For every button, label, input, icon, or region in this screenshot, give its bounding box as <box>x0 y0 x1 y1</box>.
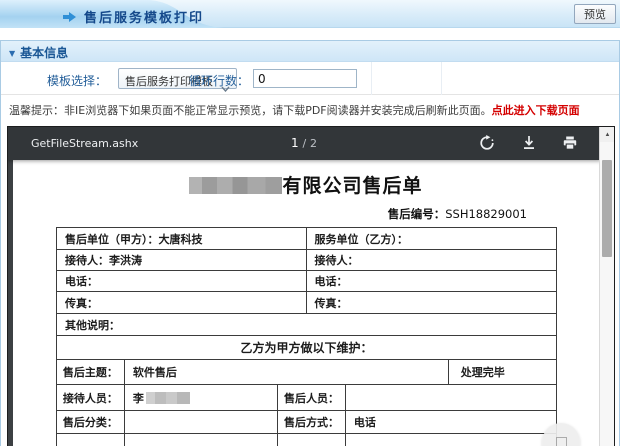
main-panel: ▼ 基本信息 模板选择： 售后服务打印模板 循环行数： 温馨提示：非IE浏览器下如… <box>0 40 620 446</box>
total-pages: 2 <box>310 137 318 150</box>
redacted-company-name <box>189 177 283 194</box>
table-row: 售后主题： 软件售后 处理完毕 <box>57 360 556 385</box>
table-cell <box>346 385 556 410</box>
table-row: 乙方为甲方做以下维护： <box>57 336 556 360</box>
scrollbar-thumb[interactable] <box>602 160 612 257</box>
table-cell: 电话 <box>353 416 376 429</box>
table-cell: 售后人员： <box>278 385 346 410</box>
rotate-icon[interactable] <box>478 135 496 153</box>
table-row: 电话： 电话： <box>57 271 556 292</box>
screen: 售后服务模板打印 预览 ▼ 基本信息 模板选择： 售后服务打印模板 循环行数： 温… <box>0 0 620 446</box>
table-cell: 其他说明： <box>65 318 120 332</box>
template-select-label: 模板选择： <box>47 74 108 88</box>
table-cell <box>125 411 279 433</box>
scroll-up-button[interactable]: ▲ <box>600 127 614 142</box>
table-row: 售后单位（甲方）：大唐科技 服务单位（乙方）： <box>57 228 556 250</box>
table-row: 售后分类： 售后方式： 电话 <box>57 411 556 434</box>
form-column-divider <box>371 62 372 95</box>
print-icon[interactable] <box>561 135 579 153</box>
table-cell: 售后单位（甲方）：大唐科技 <box>57 228 307 249</box>
table-cell: 软件售后 <box>125 360 449 384</box>
table-cell: 电话： <box>314 275 348 288</box>
table-cell <box>346 434 556 446</box>
loop-rows-input[interactable] <box>253 69 357 88</box>
download-page-link[interactable]: 点此进入下载页面 <box>492 104 580 117</box>
page-title: 售后服务模板打印 <box>84 11 205 26</box>
table-row <box>57 434 556 446</box>
pdf-scrollbar[interactable]: ▲ <box>599 127 614 446</box>
table-cell: 售后方式： <box>278 411 346 433</box>
pdf-toolbar: GetFileStream.ashx 1 / 2 <box>8 127 601 160</box>
page-header: 售后服务模板打印 预览 <box>0 0 620 28</box>
preview-button[interactable]: 预览 <box>574 4 616 24</box>
form-column-divider <box>441 62 442 95</box>
table-row: 其他说明： <box>57 314 556 336</box>
table-cell: 接待人员： <box>57 385 125 410</box>
notice-bar: 温馨提示：非IE浏览器下如果页面不能正常显示预览，请下载PDF阅读器并安装完成后… <box>1 95 619 124</box>
table-cell: 电话： <box>57 271 307 291</box>
document-page: 有限公司售后单 售后编号：SSH18829001 售后单位（甲方）：大唐科技 服… <box>13 160 599 446</box>
table-cell: 服务单位（乙方）： <box>314 232 409 246</box>
table-cell: 接待人： <box>314 254 359 267</box>
table-row: 接待人：李洪涛 接待人： <box>57 250 556 271</box>
table-cell: 接待人：李洪涛 <box>57 250 307 270</box>
order-number: 售后编号：SSH18829001 <box>388 206 527 222</box>
table-cell <box>57 434 125 446</box>
table-cell-text: 李 <box>132 391 144 405</box>
current-page[interactable]: 1 <box>291 136 299 150</box>
arrow-right-icon <box>62 8 77 22</box>
table-cell <box>125 434 279 446</box>
document-title-text: 有限公司售后单 <box>282 175 423 197</box>
maintenance-section-header: 乙方为甲方做以下维护： <box>240 341 373 355</box>
redacted-person-name <box>145 391 190 404</box>
document-title: 有限公司售后单 <box>13 171 599 198</box>
pdf-filename: GetFileStream.ashx <box>31 137 139 150</box>
basic-info-section-header[interactable]: ▼ 基本信息 <box>1 41 619 62</box>
collapse-triangle-icon[interactable]: ▼ <box>9 49 15 58</box>
table-cell: 传真： <box>314 296 348 310</box>
download-icon[interactable] <box>520 135 538 153</box>
table-cell: 李 <box>125 385 279 410</box>
table-cell: 售后分类： <box>57 411 125 433</box>
table-cell: 传真： <box>57 292 307 313</box>
fit-page-icon <box>555 436 567 446</box>
order-number-value: SSH18829001 <box>445 207 527 221</box>
order-number-label: 售后编号： <box>387 207 446 221</box>
table-row: 接待人员： 李 售后人员： <box>57 385 556 411</box>
loop-rows-label: 循环行数： <box>189 74 250 88</box>
notice-text: 温馨提示：非IE浏览器下如果页面不能正常显示预览，请下载PDF阅读器并安装完成后… <box>9 104 492 117</box>
section-title: 基本信息 <box>20 46 69 60</box>
table-cell <box>278 434 346 446</box>
page-separator: / <box>302 137 307 150</box>
table-row: 传真： 传真： <box>57 292 556 314</box>
pdf-viewer: GetFileStream.ashx 1 / 2 有限公司售后单 售后编号：SS… <box>7 126 615 446</box>
basic-info-form-row: 模板选择： 售后服务打印模板 循环行数： <box>1 62 619 95</box>
table-cell: 售后主题： <box>57 360 125 384</box>
after-sales-table: 售后单位（甲方）：大唐科技 服务单位（乙方）： 接待人：李洪涛 接待人： 电话：… <box>56 227 557 446</box>
page-indicator: 1 / 2 <box>291 136 317 150</box>
table-cell: 处理完毕 <box>460 366 505 379</box>
